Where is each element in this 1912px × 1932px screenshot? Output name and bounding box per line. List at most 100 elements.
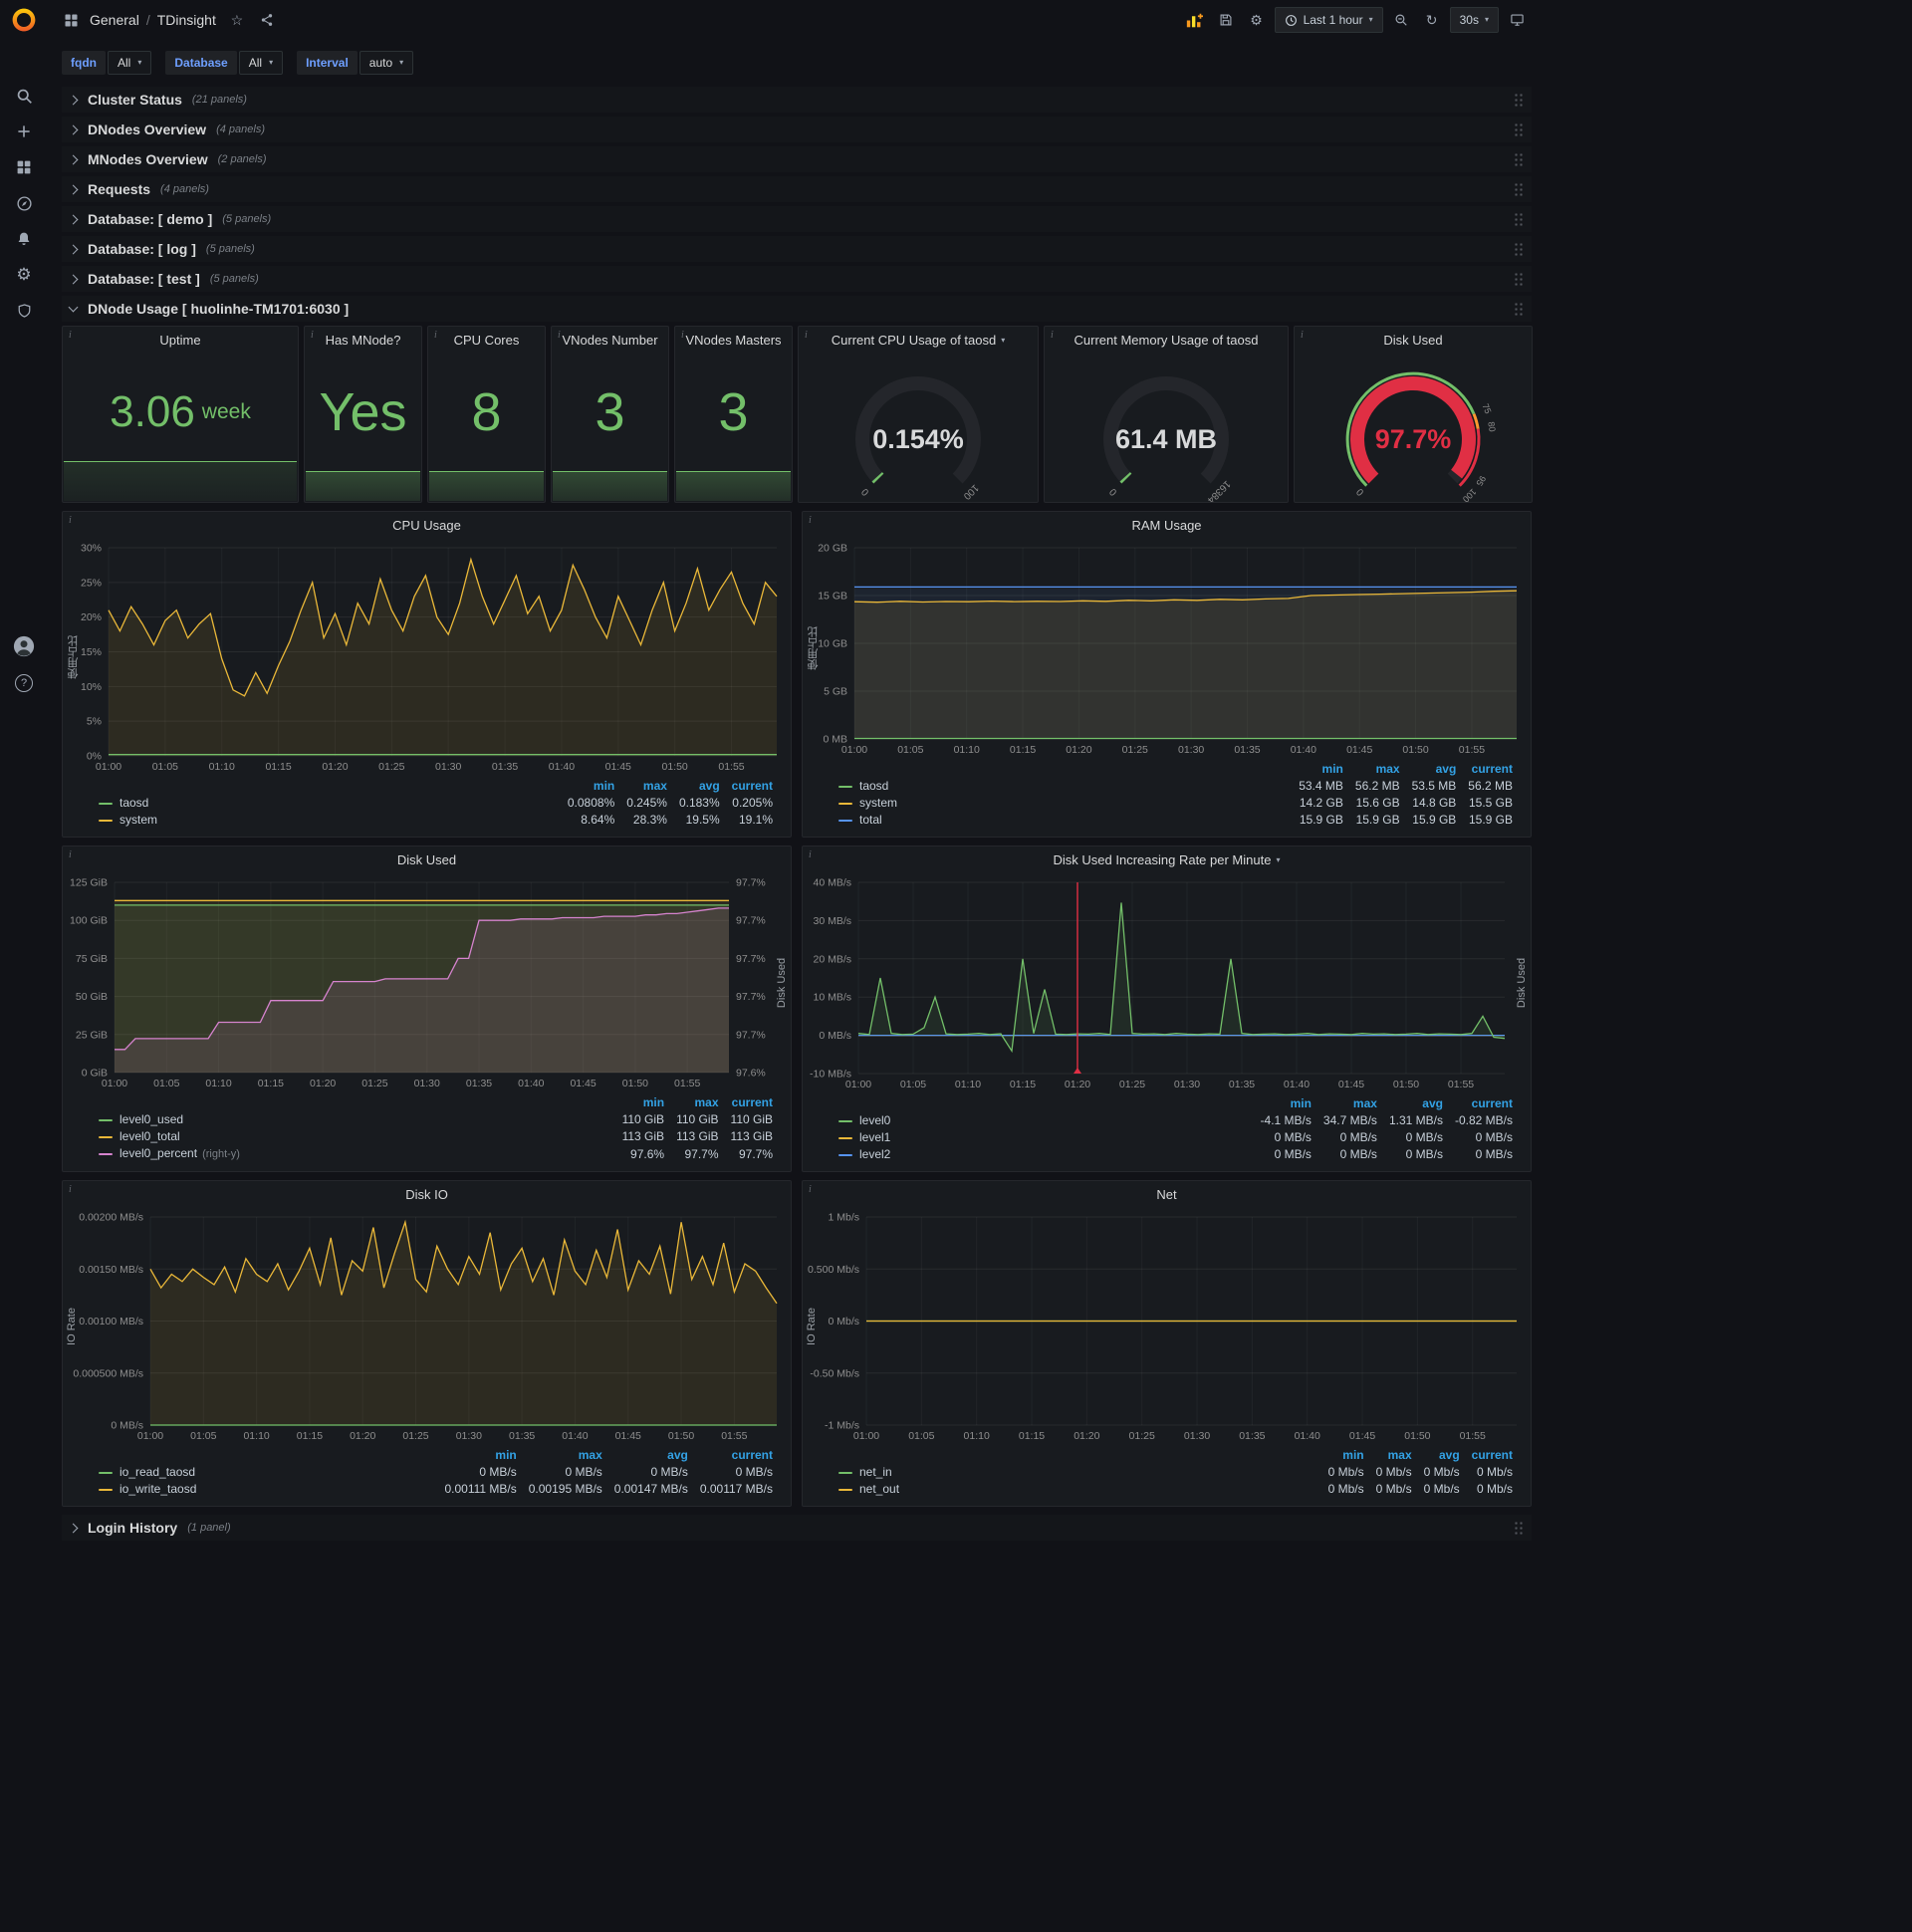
legend-column-avg[interactable]: avg bbox=[1418, 1447, 1466, 1464]
legend-column-min[interactable]: min bbox=[616, 1094, 670, 1111]
panel-title[interactable]: Net bbox=[1156, 1187, 1176, 1202]
legend-column-max[interactable]: max bbox=[1370, 1447, 1418, 1464]
panel-header[interactable]: i VNodes Masters bbox=[675, 327, 792, 353]
panel-title[interactable]: Disk IO bbox=[405, 1187, 448, 1202]
legend-series-taosd[interactable]: taosd bbox=[93, 795, 562, 812]
drag-handle-icon[interactable] bbox=[1514, 211, 1524, 227]
server-admin-shield-icon[interactable] bbox=[0, 293, 48, 329]
legend-column-max[interactable]: max bbox=[620, 778, 673, 795]
legend-column-current[interactable]: current bbox=[725, 1094, 779, 1111]
refresh-icon[interactable]: ↻ bbox=[1419, 7, 1445, 33]
legend-column-max[interactable]: max bbox=[1317, 1095, 1383, 1112]
row-database-test[interactable]: Database: [ test ] (5 panels) bbox=[62, 266, 1532, 292]
create-icon[interactable] bbox=[0, 114, 48, 149]
help-icon[interactable]: ? bbox=[15, 674, 33, 692]
apps-grid-icon[interactable] bbox=[58, 7, 84, 33]
legend-series-level0-used[interactable]: level0_used bbox=[93, 1111, 616, 1128]
legend-column-min[interactable]: min bbox=[1322, 1447, 1370, 1464]
panel-header[interactable]: i RAM Usage bbox=[803, 512, 1531, 538]
legend-series-level0-total[interactable]: level0_total bbox=[93, 1128, 616, 1145]
legend-series-io-read-taosd[interactable]: io_read_taosd bbox=[93, 1464, 438, 1481]
legend-column-avg[interactable]: avg bbox=[1406, 761, 1463, 778]
variable-value-dropdown[interactable]: auto ▾ bbox=[358, 51, 414, 75]
panel-title[interactable]: CPU Usage bbox=[392, 518, 461, 533]
legend-series-level2[interactable]: level2 bbox=[833, 1146, 1255, 1163]
explore-compass-icon[interactable] bbox=[0, 185, 48, 221]
legend-column-avg[interactable]: avg bbox=[1383, 1095, 1449, 1112]
panel-header[interactable]: i Uptime bbox=[63, 327, 298, 353]
panel-title[interactable]: VNodes Masters bbox=[685, 333, 781, 348]
legend-column-min[interactable]: min bbox=[438, 1447, 522, 1464]
legend-series-taosd[interactable]: taosd bbox=[833, 778, 1293, 795]
drag-handle-icon[interactable] bbox=[1514, 92, 1524, 108]
row-database-demo[interactable]: Database: [ demo ] (5 panels) bbox=[62, 206, 1532, 232]
breadcrumb-dashboard[interactable]: TDinsight bbox=[157, 12, 216, 28]
legend-column-max[interactable]: max bbox=[523, 1447, 608, 1464]
panel-header[interactable]: i CPU Cores bbox=[428, 327, 545, 353]
drag-handle-icon[interactable] bbox=[1514, 181, 1524, 197]
legend-column-current[interactable]: current bbox=[1466, 1447, 1519, 1464]
panel-title[interactable]: Has MNode? bbox=[326, 333, 401, 348]
star-icon[interactable]: ☆ bbox=[224, 7, 250, 33]
time-range-picker[interactable]: Last 1 hour ▾ bbox=[1274, 7, 1383, 33]
cycle-view-monitor-icon[interactable] bbox=[1504, 7, 1530, 33]
legend-series-level0[interactable]: level0 bbox=[833, 1112, 1255, 1129]
grafana-logo[interactable] bbox=[0, 0, 48, 40]
legend-series-net-out[interactable]: net_out bbox=[833, 1481, 1322, 1498]
breadcrumb[interactable]: General / TDinsight bbox=[90, 12, 216, 28]
legend-series-total[interactable]: total bbox=[833, 812, 1293, 829]
user-avatar[interactable] bbox=[13, 635, 35, 660]
panel-header[interactable]: i Disk Used bbox=[1295, 327, 1532, 353]
panel-header[interactable]: i Disk Used bbox=[63, 846, 791, 872]
alerting-bell-icon[interactable] bbox=[0, 221, 48, 257]
variable-value-dropdown[interactable]: All ▾ bbox=[108, 51, 152, 75]
drag-handle-icon[interactable] bbox=[1514, 121, 1524, 137]
search-icon[interactable] bbox=[0, 78, 48, 114]
panel-title[interactable]: Current Memory Usage of taosd bbox=[1075, 333, 1259, 348]
legend-column-min[interactable]: min bbox=[562, 778, 620, 795]
panel-header[interactable]: i Disk Used Increasing Rate per Minute ▾ bbox=[803, 846, 1531, 872]
legend-column-current[interactable]: current bbox=[726, 778, 779, 795]
save-dashboard-icon[interactable] bbox=[1213, 7, 1239, 33]
panel-header[interactable]: i VNodes Number bbox=[552, 327, 668, 353]
legend-column-current[interactable]: current bbox=[694, 1447, 779, 1464]
legend-column-max[interactable]: max bbox=[670, 1094, 724, 1111]
panel-title[interactable]: Current CPU Usage of taosd bbox=[832, 333, 996, 348]
drag-handle-icon[interactable] bbox=[1514, 271, 1524, 287]
legend-series-level0-percent[interactable]: level0_percent (right-y) bbox=[93, 1145, 616, 1163]
panel-header[interactable]: i Net bbox=[803, 1181, 1531, 1207]
legend-column-min[interactable]: min bbox=[1255, 1095, 1317, 1112]
legend-series-io-write-taosd[interactable]: io_write_taosd bbox=[93, 1481, 438, 1498]
drag-handle-icon[interactable] bbox=[1514, 151, 1524, 167]
legend-column-current[interactable]: current bbox=[1462, 761, 1519, 778]
configuration-gear-icon[interactable]: ⚙ bbox=[0, 257, 48, 293]
dashboard-settings-gear-icon[interactable]: ⚙ bbox=[1244, 7, 1270, 33]
dashboards-icon[interactable] bbox=[0, 149, 48, 185]
legend-column-avg[interactable]: avg bbox=[673, 778, 726, 795]
legend-column-max[interactable]: max bbox=[1349, 761, 1406, 778]
legend-column-avg[interactable]: avg bbox=[608, 1447, 694, 1464]
legend-column-min[interactable]: min bbox=[1293, 761, 1349, 778]
panel-title[interactable]: Disk Used Increasing Rate per Minute bbox=[1054, 852, 1272, 867]
drag-handle-icon[interactable] bbox=[1514, 301, 1524, 317]
row-cluster-status[interactable]: Cluster Status (21 panels) bbox=[62, 87, 1532, 113]
row-dnode-usage-huolinhe-tm1701-6030[interactable]: DNode Usage [ huolinhe-TM1701:6030 ] bbox=[62, 296, 1532, 322]
panel-title[interactable]: RAM Usage bbox=[1131, 518, 1201, 533]
panel-title[interactable]: VNodes Number bbox=[562, 333, 657, 348]
drag-handle-icon[interactable] bbox=[1514, 1520, 1524, 1536]
zoom-out-icon[interactable] bbox=[1388, 7, 1414, 33]
panel-header[interactable]: i Has MNode? bbox=[305, 327, 421, 353]
panel-header[interactable]: i Current Memory Usage of taosd bbox=[1045, 327, 1288, 353]
panel-header[interactable]: i CPU Usage bbox=[63, 512, 791, 538]
legend-series-system[interactable]: system bbox=[93, 812, 562, 829]
variable-value-dropdown[interactable]: All ▾ bbox=[238, 51, 284, 75]
panel-title[interactable]: Uptime bbox=[159, 333, 200, 348]
add-panel-icon[interactable] bbox=[1182, 7, 1208, 33]
panel-header[interactable]: i Current CPU Usage of taosd ▾ bbox=[799, 327, 1038, 353]
panel-title[interactable]: Disk Used bbox=[1383, 333, 1442, 348]
row-database-log[interactable]: Database: [ log ] (5 panels) bbox=[62, 236, 1532, 262]
share-icon[interactable] bbox=[254, 7, 280, 33]
breadcrumb-folder[interactable]: General bbox=[90, 12, 139, 28]
panel-header[interactable]: i Disk IO bbox=[63, 1181, 791, 1207]
legend-series-net-in[interactable]: net_in bbox=[833, 1464, 1322, 1481]
